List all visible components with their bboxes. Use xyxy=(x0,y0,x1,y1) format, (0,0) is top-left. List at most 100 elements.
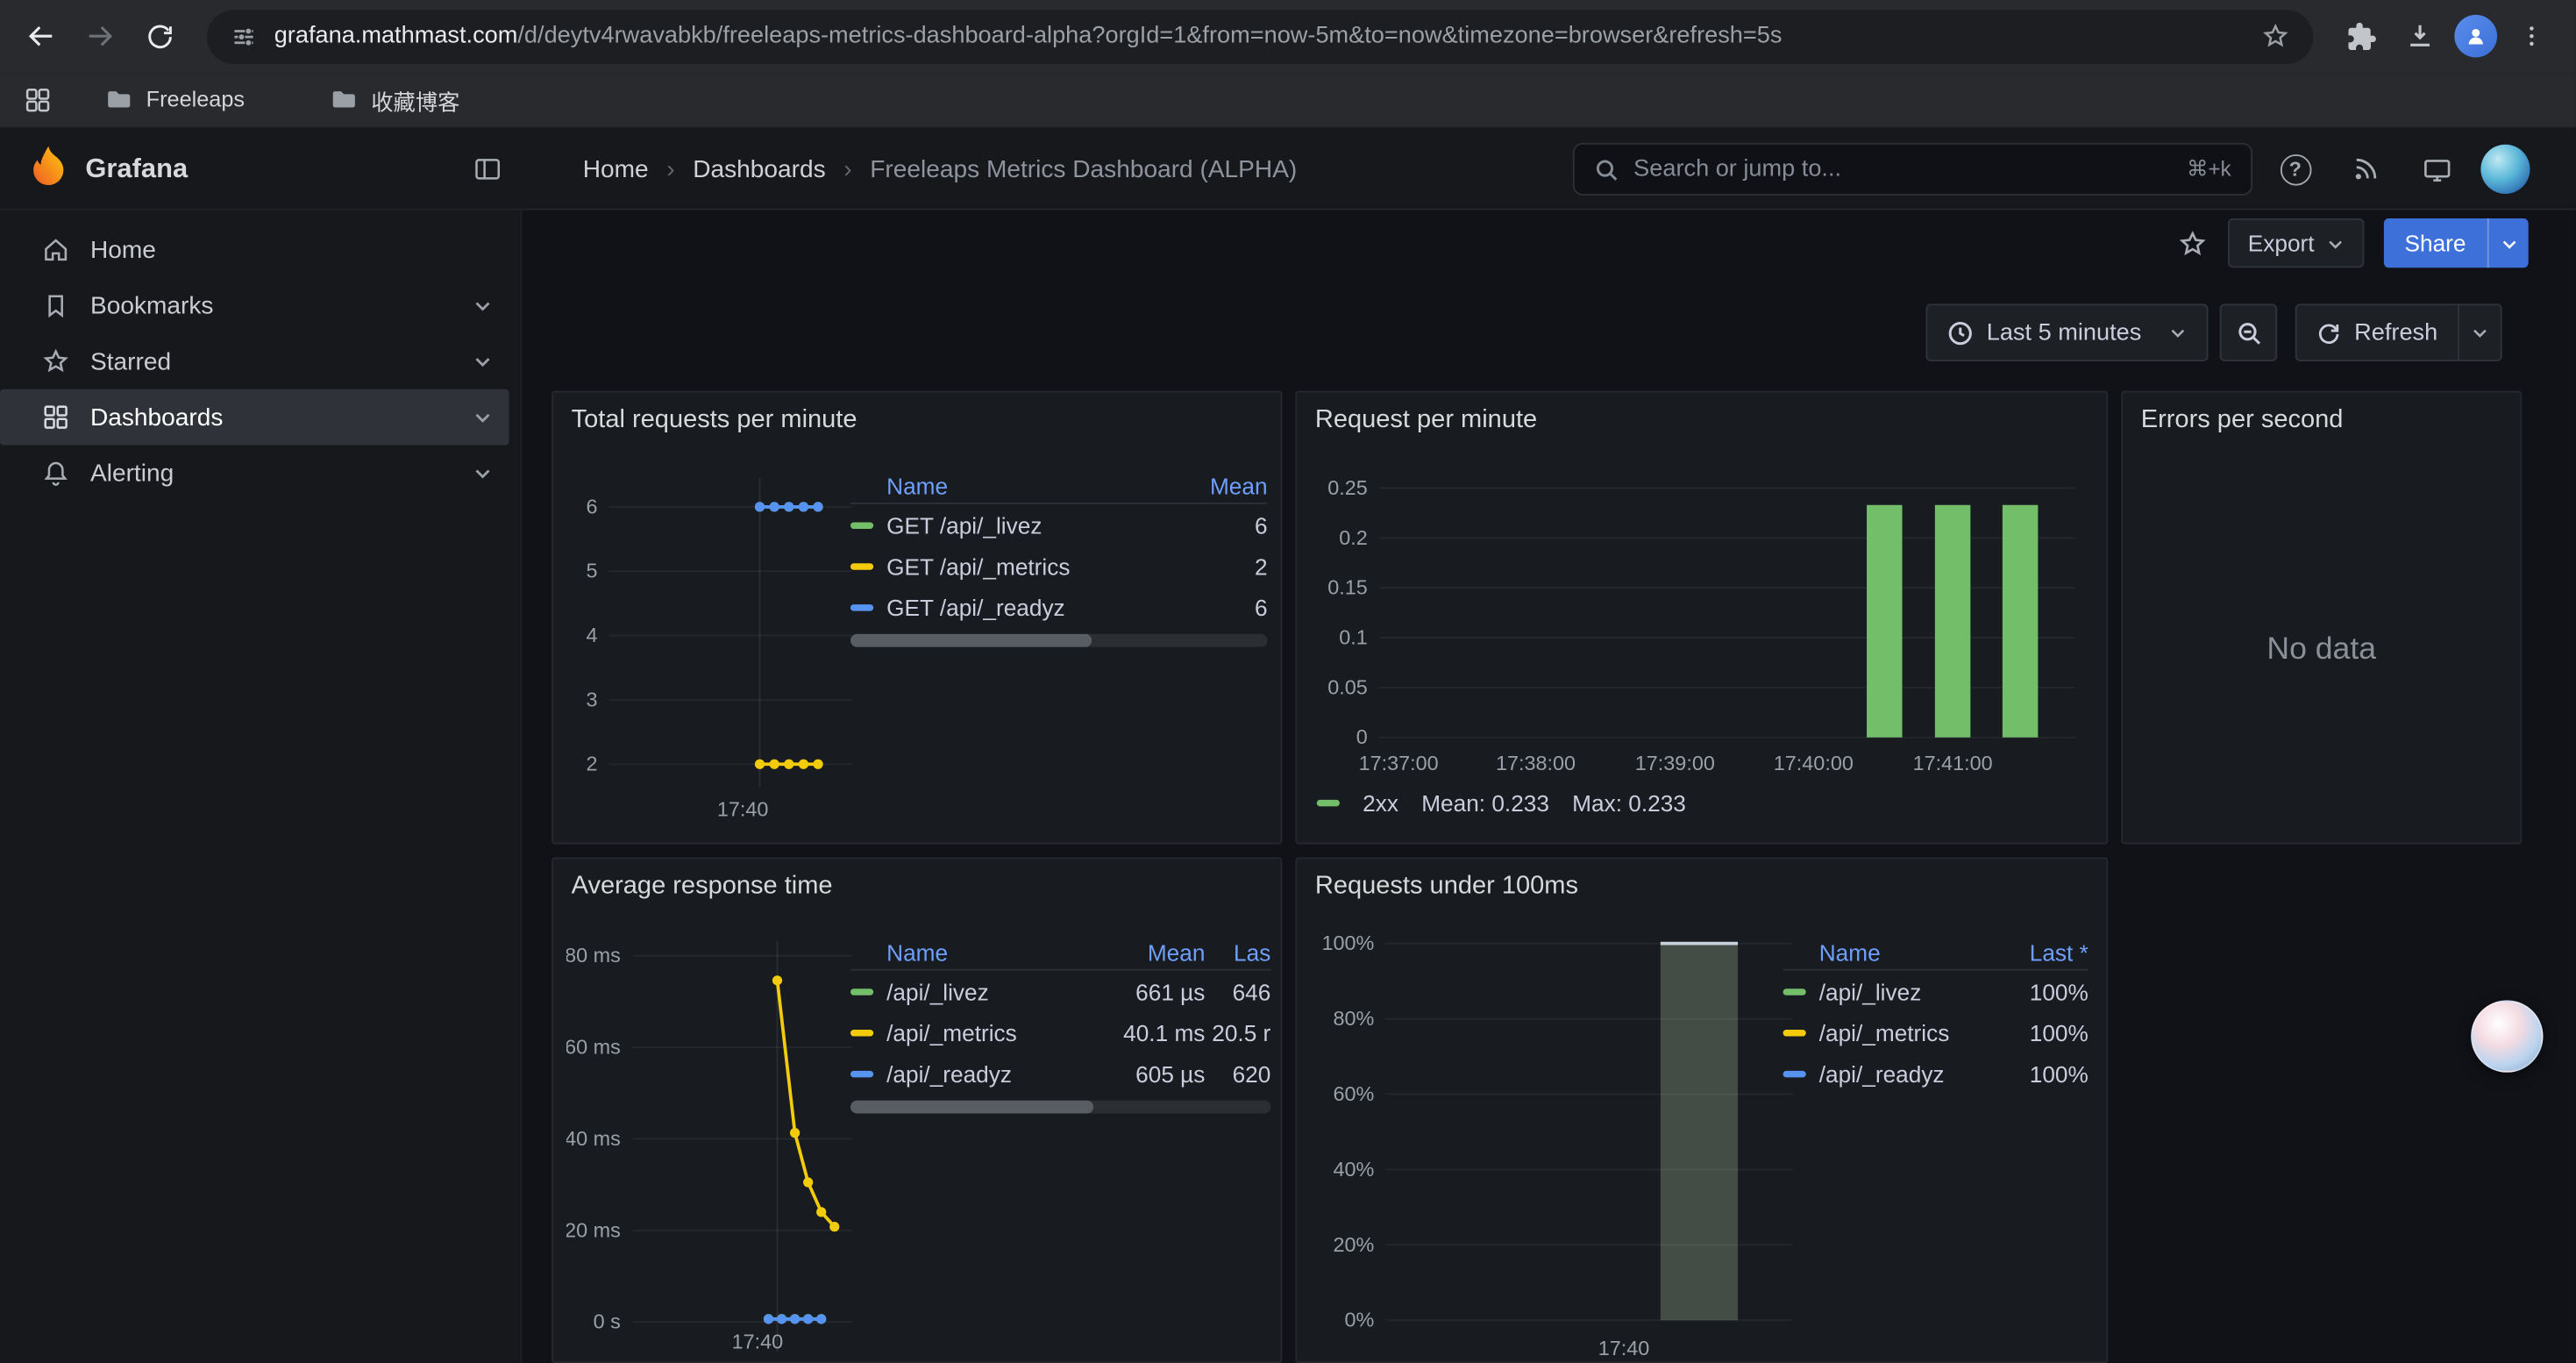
panel-title[interactable]: Errors per second xyxy=(2141,406,2344,436)
panel-title[interactable]: Request per minute xyxy=(1315,406,1537,436)
grafana-header: Grafana Home › Dashboards › Freeleaps Me… xyxy=(0,128,2576,211)
sidebar-item-bookmarks[interactable]: Bookmarks xyxy=(0,277,509,333)
breadcrumb-current: Freeleaps Metrics Dashboard (ALPHA) xyxy=(870,155,1297,183)
legend-row[interactable]: GET /api/_readyz 6 xyxy=(850,586,1268,627)
bookmark-label: 收藏博客 xyxy=(371,83,459,116)
bar-chart[interactable]: 0.250.20.150.10.05017:37:0017:38:0017:39… xyxy=(1310,461,2085,780)
breadcrumb-home[interactable]: Home xyxy=(583,155,649,183)
refresh-interval-chevron[interactable] xyxy=(2458,305,2501,360)
back-button[interactable] xyxy=(17,11,66,61)
breadcrumb-separator: › xyxy=(666,155,674,183)
favorite-star-icon[interactable] xyxy=(2177,227,2209,259)
rss-icon[interactable] xyxy=(2343,128,2388,211)
panel-errors-per-second[interactable]: Errors per second No data xyxy=(2121,391,2522,845)
legend-row[interactable]: /api/_livez 100% xyxy=(1783,971,2089,1012)
bookmark-star-icon[interactable] xyxy=(2260,21,2290,51)
sidebar-item-dashboards[interactable]: Dashboards xyxy=(0,389,509,446)
column-header-name[interactable]: Name xyxy=(850,472,1169,498)
legend-row[interactable]: GET /api/_metrics 2 xyxy=(850,546,1268,587)
panel-title[interactable]: Total requests per minute xyxy=(572,406,857,436)
bell-icon xyxy=(41,458,71,488)
panel-title[interactable]: Requests under 100ms xyxy=(1315,872,1578,902)
legend-row[interactable]: /api/_readyz 100% xyxy=(1783,1053,2089,1094)
zoom-out-button[interactable] xyxy=(2220,303,2278,361)
legend-row[interactable]: /api/_metrics 100% xyxy=(1783,1011,2089,1053)
export-button[interactable]: Export xyxy=(2228,218,2363,268)
column-header-name[interactable]: Name xyxy=(1783,938,1990,965)
folder-icon xyxy=(330,85,358,113)
panel-request-per-minute[interactable]: Request per minute 0.250.20.150.10.05017… xyxy=(1295,391,2108,845)
browser-profile-avatar[interactable] xyxy=(2454,15,2497,58)
extensions-icon[interactable] xyxy=(2337,11,2386,61)
breadcrumb-dashboards[interactable]: Dashboards xyxy=(693,155,825,183)
share-label[interactable]: Share xyxy=(2383,218,2487,268)
chevron-down-icon[interactable] xyxy=(473,296,492,315)
column-header-mean[interactable]: Mean xyxy=(1100,938,1206,965)
sidebar-item-alerting[interactable]: Alerting xyxy=(0,445,509,501)
panel-title[interactable]: Average response time xyxy=(572,872,833,902)
refresh-button[interactable]: Refresh xyxy=(2297,305,2458,360)
series-last: 20.5 r xyxy=(1205,1019,1270,1045)
legend-row[interactable]: /api/_readyz 605 µs 620 xyxy=(850,1053,1270,1094)
sidebar-toggle-icon[interactable] xyxy=(473,154,502,184)
site-settings-icon[interactable] xyxy=(230,22,258,50)
legend-row[interactable]: GET /api/_livez 6 xyxy=(850,504,1268,546)
search-shortcut: ⌘+k xyxy=(2187,156,2231,182)
sidebar-item-home[interactable]: Home xyxy=(0,222,509,278)
share-menu-chevron[interactable] xyxy=(2487,218,2529,268)
timeseries-chart[interactable]: 80 ms60 ms40 ms20 ms0 s17:40 xyxy=(566,931,862,1363)
column-header-mean[interactable]: Mean xyxy=(1169,472,1267,498)
series-name: /api/_livez xyxy=(886,978,1099,1004)
column-header-name[interactable]: Name xyxy=(850,938,1100,965)
bar-chart[interactable]: 100%80%60%40%20%0%17:40 xyxy=(1310,931,1803,1363)
bookmark-folder-freeleaps[interactable]: Freeleaps xyxy=(92,81,258,118)
monitor-icon[interactable] xyxy=(2414,128,2459,211)
legend-scrollbar[interactable] xyxy=(850,634,1268,647)
dashboards-grid-icon xyxy=(41,403,71,432)
grafana-logo[interactable] xyxy=(26,146,71,192)
series-name: GET /api/_readyz xyxy=(886,594,1169,620)
series-swatch xyxy=(850,988,873,994)
browser-menu-icon[interactable] xyxy=(2507,11,2556,61)
no-data-message: No data xyxy=(2123,458,2520,842)
bookmark-folder-blogs[interactable]: 收藏博客 xyxy=(317,78,473,121)
series-swatch xyxy=(850,603,873,610)
search-input[interactable] xyxy=(1633,156,2172,182)
svg-text:80 ms: 80 ms xyxy=(566,944,621,967)
help-icon[interactable]: ? xyxy=(2273,128,2318,211)
svg-text:80%: 80% xyxy=(1333,1007,1374,1030)
svg-text:5: 5 xyxy=(587,560,598,582)
browser-toolbar: grafana.mathmast.com/d/deytv4rwavabkb/fr… xyxy=(0,0,2576,72)
column-header-last[interactable]: Las xyxy=(1205,938,1270,965)
apps-grid-icon[interactable] xyxy=(23,84,53,114)
legend-row[interactable]: /api/_metrics 40.1 ms 20.5 r xyxy=(850,1011,1270,1053)
share-button[interactable]: Share xyxy=(2383,218,2528,268)
chevron-down-icon[interactable] xyxy=(473,463,492,482)
series-mean: 6 xyxy=(1169,594,1267,620)
chevron-down-icon[interactable] xyxy=(473,352,492,371)
panel-total-requests[interactable]: Total requests per minute 6543217:40 Nam… xyxy=(551,391,1282,845)
svg-text:0.25: 0.25 xyxy=(1327,476,1368,499)
sidebar-item-starred[interactable]: Starred xyxy=(0,333,509,389)
time-range-picker[interactable]: Last 5 minutes xyxy=(1925,303,2208,361)
legend-row[interactable]: /api/_livez 661 µs 646 xyxy=(850,971,1270,1012)
url-bar[interactable]: grafana.mathmast.com/d/deytv4rwavabkb/fr… xyxy=(207,9,2313,63)
legend-scrollbar[interactable] xyxy=(850,1101,1270,1114)
chart-legend[interactable]: 2xx Mean: 0.233 Max: 0.233 xyxy=(1317,790,1686,817)
panel-requests-under-100ms[interactable]: Requests under 100ms 100%80%60%40%20%0%1… xyxy=(1295,857,2108,1363)
refresh-label: Refresh xyxy=(2354,319,2437,346)
search-box[interactable]: ⌘+k xyxy=(1573,143,2252,196)
user-avatar[interactable] xyxy=(2480,145,2530,194)
forward-button[interactable] xyxy=(75,11,125,61)
downloads-icon[interactable] xyxy=(2395,11,2444,61)
svg-text:17:37:00: 17:37:00 xyxy=(1359,752,1439,774)
column-header-last[interactable]: Last * xyxy=(1989,938,2088,965)
assistant-avatar[interactable] xyxy=(2471,1000,2543,1072)
series-last: 100% xyxy=(1989,1060,2088,1087)
timeseries-chart[interactable]: 6543217:40 xyxy=(566,465,862,826)
sidebar-item-label: Alerting xyxy=(90,459,174,487)
chevron-down-icon[interactable] xyxy=(473,407,492,426)
reload-button[interactable] xyxy=(135,11,184,61)
panel-average-response-time[interactable]: Average response time 80 ms60 ms40 ms20 … xyxy=(551,857,1282,1363)
series-name: /api/_metrics xyxy=(886,1019,1099,1045)
